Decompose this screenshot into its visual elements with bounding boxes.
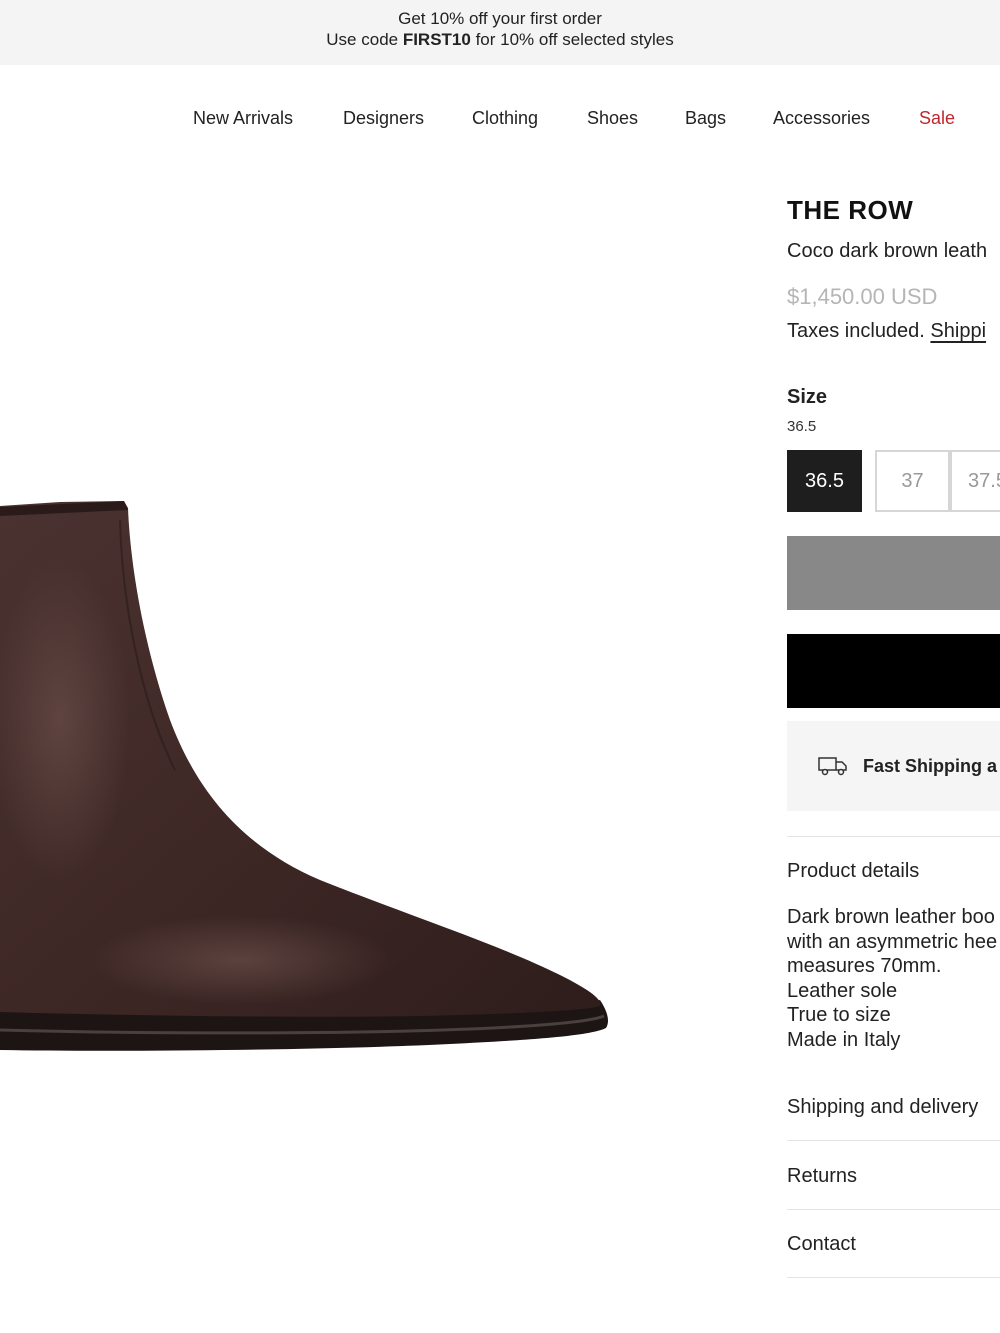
nav-accessories[interactable]: Accessories bbox=[773, 108, 870, 129]
product-name: Coco dark brown leath bbox=[787, 240, 988, 262]
nav-clothing[interactable]: Clothing bbox=[472, 108, 538, 129]
divider bbox=[787, 836, 1000, 837]
details-line: True to size bbox=[787, 1004, 891, 1026]
taxes-note: Taxes included. Shippi bbox=[787, 320, 986, 343]
details-line: Made in Italy bbox=[787, 1028, 901, 1051]
fast-shipping-text: Fast Shipping a bbox=[863, 756, 998, 776]
brand-name[interactable]: THE ROW bbox=[787, 195, 913, 226]
promo-line-1: Get 10% off your first order bbox=[398, 9, 602, 28]
accordion-contact[interactable]: Contact bbox=[787, 1233, 856, 1256]
size-option-37-5[interactable]: 37.5 bbox=[950, 450, 1000, 512]
shipping-link[interactable]: Shippi bbox=[930, 320, 986, 342]
fast-shipping-box: Fast Shipping a bbox=[787, 721, 1000, 811]
details-line: Leather sole bbox=[787, 979, 898, 1002]
divider bbox=[787, 1277, 1000, 1278]
nav-sale[interactable]: Sale bbox=[919, 108, 955, 129]
promo-code: FIRST10 bbox=[402, 30, 471, 49]
details-line: Dark brown leather boo bbox=[787, 906, 995, 928]
add-to-cart-button[interactable] bbox=[787, 536, 1000, 610]
nav-designers[interactable]: Designers bbox=[343, 108, 424, 129]
product-details-text: Dark brown leather boo with an asymmetri… bbox=[787, 905, 997, 1052]
selected-size-text: 36.5 bbox=[787, 418, 817, 435]
promo-line-2: Use code FIRST10 for 10% off selected st… bbox=[0, 29, 1000, 50]
size-option-37[interactable]: 37 bbox=[875, 450, 950, 512]
promo-text: Use code bbox=[326, 30, 403, 49]
truck-icon bbox=[818, 756, 848, 781]
size-option-36-5[interactable]: 36.5 bbox=[787, 450, 862, 512]
boot-photo bbox=[0, 501, 608, 1051]
divider bbox=[787, 1209, 1000, 1210]
taxes-text: Taxes included. bbox=[787, 320, 931, 342]
product-image[interactable] bbox=[0, 160, 760, 1260]
nav-bags[interactable]: Bags bbox=[685, 108, 726, 129]
product-price: $1,450.00 USD bbox=[787, 284, 938, 309]
buy-now-button[interactable] bbox=[787, 634, 1000, 708]
details-line: with an asymmetric hee bbox=[787, 930, 998, 953]
accordion-shipping-delivery[interactable]: Shipping and delivery bbox=[787, 1096, 978, 1119]
accordion-returns[interactable]: Returns bbox=[787, 1165, 857, 1188]
accordion-product-details[interactable]: Product details bbox=[787, 860, 919, 883]
product-info-panel: THE ROW Coco dark brown leath $1,450.00 … bbox=[787, 190, 1000, 1333]
details-line: measures 70mm. bbox=[787, 955, 942, 977]
size-label: Size bbox=[787, 386, 828, 408]
nav-new-arrivals[interactable]: New Arrivals bbox=[193, 108, 293, 129]
divider bbox=[787, 1140, 1000, 1141]
promo-banner: Get 10% off your first order Use code FI… bbox=[0, 0, 1000, 65]
promo-text-suffix: for 10% off selected styles bbox=[470, 30, 674, 49]
nav-shoes[interactable]: Shoes bbox=[587, 108, 638, 129]
main-nav: New Arrivals Designers Clothing Shoes Ba… bbox=[0, 108, 1000, 136]
